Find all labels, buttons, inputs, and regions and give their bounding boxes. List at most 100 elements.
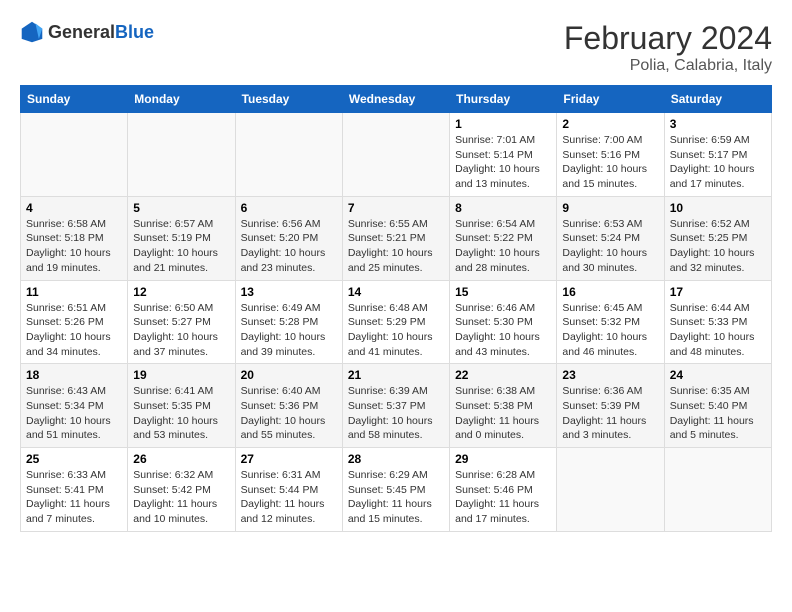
day-cell: 11 Sunrise: 6:51 AMSunset: 5:26 PMDayligh… <box>21 280 128 364</box>
day-cell: 16Sunrise: 6:45 AMSunset: 5:32 PMDayligh… <box>557 280 664 364</box>
day-info: Sunrise: 6:41 AMSunset: 5:35 PMDaylight:… <box>133 384 229 443</box>
day-cell: 26Sunrise: 6:32 AMSunset: 5:42 PMDayligh… <box>128 448 235 532</box>
day-cell: 19 Sunrise: 6:41 AMSunset: 5:35 PMDayligh… <box>128 364 235 448</box>
day-cell: 25Sunrise: 6:33 AMSunset: 5:41 PMDayligh… <box>21 448 128 532</box>
day-cell: 2 Sunrise: 7:00 AMSunset: 5:16 PMDaylight… <box>557 113 664 197</box>
day-info: Sunrise: 6:32 AMSunset: 5:42 PMDaylight:… <box>133 468 229 527</box>
day-number: 24 <box>670 368 766 382</box>
day-number: 3 <box>670 117 766 131</box>
day-cell <box>128 113 235 197</box>
day-cell: 18 Sunrise: 6:43 AMSunset: 5:34 PMDayligh… <box>21 364 128 448</box>
day-info: Sunrise: 6:44 AMSunset: 5:33 PMDaylight:… <box>670 301 766 360</box>
day-info: Sunrise: 6:48 AMSunset: 5:29 PMDaylight:… <box>348 301 444 360</box>
day-cell: 24 Sunrise: 6:35 AMSunset: 5:40 PMDayligh… <box>664 364 771 448</box>
main-title: February 2024 <box>564 20 772 57</box>
day-number: 4 <box>26 201 122 215</box>
day-number: 6 <box>241 201 337 215</box>
day-number: 19 <box>133 368 229 382</box>
day-number: 29 <box>455 452 551 466</box>
day-cell: 21 Sunrise: 6:39 AMSunset: 5:37 PMDayligh… <box>342 364 449 448</box>
header-friday: Friday <box>557 86 664 113</box>
day-info: Sunrise: 6:59 AMSunset: 5:17 PMDaylight:… <box>670 133 766 192</box>
day-info: Sunrise: 6:55 AMSunset: 5:21 PMDaylight:… <box>348 217 444 276</box>
day-info: Sunrise: 7:00 AMSunset: 5:16 PMDaylight:… <box>562 133 658 192</box>
day-number: 15 <box>455 285 551 299</box>
header-saturday: Saturday <box>664 86 771 113</box>
day-info: Sunrise: 6:51 AMSunset: 5:26 PMDaylight:… <box>26 301 122 360</box>
day-cell <box>664 448 771 532</box>
day-number: 10 <box>670 201 766 215</box>
day-cell: 13 Sunrise: 6:49 AMSunset: 5:28 PMDayligh… <box>235 280 342 364</box>
day-number: 7 <box>348 201 444 215</box>
day-number: 25 <box>26 452 122 466</box>
day-number: 11 <box>26 285 122 299</box>
day-info: Sunrise: 6:43 AMSunset: 5:34 PMDaylight:… <box>26 384 122 443</box>
week-row-3: 11 Sunrise: 6:51 AMSunset: 5:26 PMDayligh… <box>21 280 772 364</box>
header-thursday: Thursday <box>450 86 557 113</box>
day-info: Sunrise: 6:31 AMSunset: 5:44 PMDaylight:… <box>241 468 337 527</box>
day-info: Sunrise: 7:01 AMSunset: 5:14 PMDaylight:… <box>455 133 551 192</box>
day-info: Sunrise: 6:46 AMSunset: 5:30 PMDaylight:… <box>455 301 551 360</box>
header-wednesday: Wednesday <box>342 86 449 113</box>
day-number: 14 <box>348 285 444 299</box>
day-cell: 20 Sunrise: 6:40 AMSunset: 5:36 PMDayligh… <box>235 364 342 448</box>
day-number: 5 <box>133 201 229 215</box>
day-number: 8 <box>455 201 551 215</box>
logo-icon <box>20 20 44 44</box>
day-info: Sunrise: 6:36 AMSunset: 5:39 PMDaylight:… <box>562 384 658 443</box>
day-cell <box>557 448 664 532</box>
header-sunday: Sunday <box>21 86 128 113</box>
day-cell: 5 Sunrise: 6:57 AMSunset: 5:19 PMDaylight… <box>128 196 235 280</box>
day-number: 18 <box>26 368 122 382</box>
day-info: Sunrise: 6:53 AMSunset: 5:24 PMDaylight:… <box>562 217 658 276</box>
day-info: Sunrise: 6:58 AMSunset: 5:18 PMDaylight:… <box>26 217 122 276</box>
day-cell: 3 Sunrise: 6:59 AMSunset: 5:17 PMDaylight… <box>664 113 771 197</box>
day-info: Sunrise: 6:40 AMSunset: 5:36 PMDaylight:… <box>241 384 337 443</box>
week-row-4: 18 Sunrise: 6:43 AMSunset: 5:34 PMDayligh… <box>21 364 772 448</box>
day-cell: 27Sunrise: 6:31 AMSunset: 5:44 PMDayligh… <box>235 448 342 532</box>
day-number: 17 <box>670 285 766 299</box>
week-row-5: 25Sunrise: 6:33 AMSunset: 5:41 PMDayligh… <box>21 448 772 532</box>
day-info: Sunrise: 6:57 AMSunset: 5:19 PMDaylight:… <box>133 217 229 276</box>
day-cell: 15 Sunrise: 6:46 AMSunset: 5:30 PMDayligh… <box>450 280 557 364</box>
day-cell: 6 Sunrise: 6:56 AMSunset: 5:20 PMDaylight… <box>235 196 342 280</box>
day-number: 9 <box>562 201 658 215</box>
logo-general: GeneralBlue <box>48 22 154 43</box>
header-tuesday: Tuesday <box>235 86 342 113</box>
day-info: Sunrise: 6:52 AMSunset: 5:25 PMDaylight:… <box>670 217 766 276</box>
calendar-header-row: SundayMondayTuesdayWednesdayThursdayFrid… <box>21 86 772 113</box>
day-cell: 7 Sunrise: 6:55 AMSunset: 5:21 PMDaylight… <box>342 196 449 280</box>
day-number: 13 <box>241 285 337 299</box>
day-info: Sunrise: 6:35 AMSunset: 5:40 PMDaylight:… <box>670 384 766 443</box>
day-info: Sunrise: 6:29 AMSunset: 5:45 PMDaylight:… <box>348 468 444 527</box>
day-number: 23 <box>562 368 658 382</box>
week-row-2: 4 Sunrise: 6:58 AMSunset: 5:18 PMDaylight… <box>21 196 772 280</box>
day-number: 1 <box>455 117 551 131</box>
day-info: Sunrise: 6:49 AMSunset: 5:28 PMDaylight:… <box>241 301 337 360</box>
day-cell: 4 Sunrise: 6:58 AMSunset: 5:18 PMDaylight… <box>21 196 128 280</box>
day-cell: 28Sunrise: 6:29 AMSunset: 5:45 PMDayligh… <box>342 448 449 532</box>
day-number: 2 <box>562 117 658 131</box>
day-cell: 1 Sunrise: 7:01 AMSunset: 5:14 PMDaylight… <box>450 113 557 197</box>
day-number: 16 <box>562 285 658 299</box>
day-info: Sunrise: 6:56 AMSunset: 5:20 PMDaylight:… <box>241 217 337 276</box>
title-section: February 2024 Polia, Calabria, Italy <box>564 20 772 75</box>
day-info: Sunrise: 6:54 AMSunset: 5:22 PMDaylight:… <box>455 217 551 276</box>
day-cell: 9 Sunrise: 6:53 AMSunset: 5:24 PMDaylight… <box>557 196 664 280</box>
week-row-1: 1 Sunrise: 7:01 AMSunset: 5:14 PMDaylight… <box>21 113 772 197</box>
logo: GeneralBlue <box>20 20 154 44</box>
day-cell <box>21 113 128 197</box>
day-cell <box>235 113 342 197</box>
day-number: 21 <box>348 368 444 382</box>
day-number: 20 <box>241 368 337 382</box>
day-cell: 14 Sunrise: 6:48 AMSunset: 5:29 PMDayligh… <box>342 280 449 364</box>
subtitle: Polia, Calabria, Italy <box>564 57 772 75</box>
day-cell: 12Sunrise: 6:50 AMSunset: 5:27 PMDayligh… <box>128 280 235 364</box>
day-number: 12 <box>133 285 229 299</box>
day-cell: 10 Sunrise: 6:52 AMSunset: 5:25 PMDayligh… <box>664 196 771 280</box>
calendar-table: SundayMondayTuesdayWednesdayThursdayFrid… <box>20 85 772 532</box>
day-cell: 23 Sunrise: 6:36 AMSunset: 5:39 PMDayligh… <box>557 364 664 448</box>
day-info: Sunrise: 6:39 AMSunset: 5:37 PMDaylight:… <box>348 384 444 443</box>
day-cell: 17 Sunrise: 6:44 AMSunset: 5:33 PMDayligh… <box>664 280 771 364</box>
day-cell: 29Sunrise: 6:28 AMSunset: 5:46 PMDayligh… <box>450 448 557 532</box>
